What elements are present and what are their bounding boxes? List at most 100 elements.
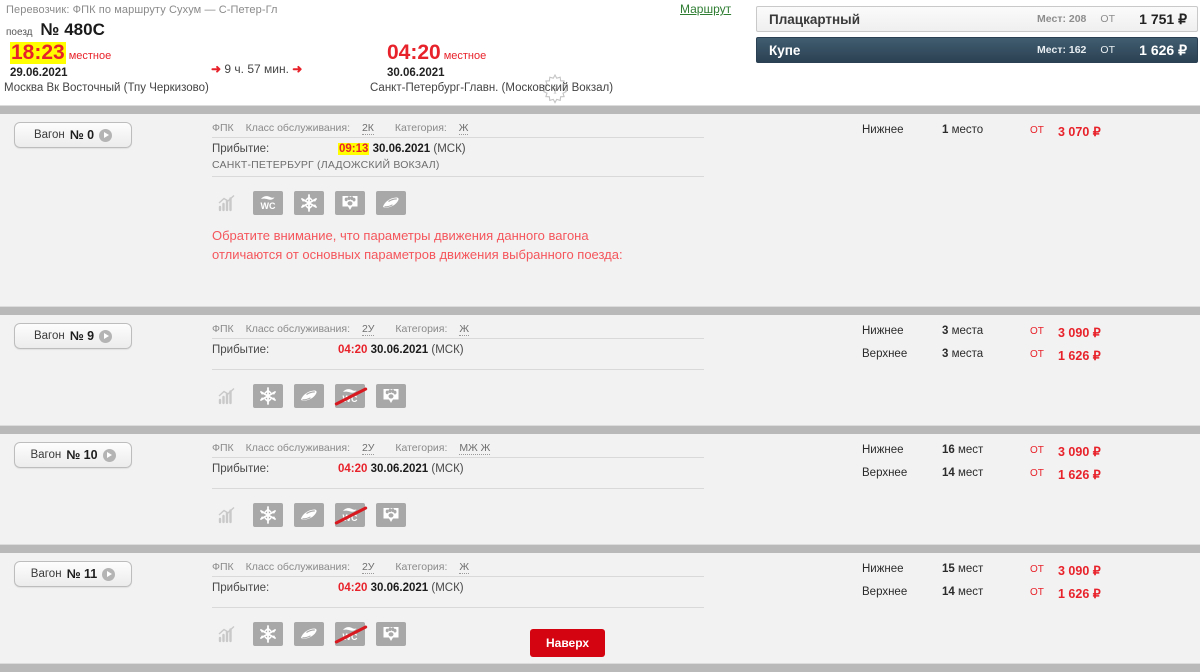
seat-count: 3 места [942,325,984,337]
wagon-arrival-station [212,598,704,607]
arrival-station: Санкт-Петербург-Главн. (Московский Вокза… [370,82,614,94]
train-word-label: поезд [6,27,33,38]
wc-icon: WC [253,191,283,215]
pets-icon [376,503,406,527]
wagon-arrival: Прибытие: 04:20 30.06.2021 (МСК) [212,577,704,598]
class-tab-platzkart[interactable]: Плацкартный Мест: 208 от 1 751 ₽ [756,6,1198,32]
carrier-short: ФПК [212,442,234,454]
price-line: Верхнее 14 мест от 1 626 ₽ [862,586,1192,609]
arrival-label: Прибытие: [212,344,270,356]
wagon-details: ФПК Класс обслуживания: 2У Категория: Ж … [212,561,704,646]
price-value: 3 090 ₽ [1058,326,1101,340]
berth-type: Нижнее [862,563,904,575]
chevron-right-icon [99,329,113,343]
amenity-icons: WC [212,489,704,527]
wagon-details: ФПК Класс обслуживания: 2К Категория: Ж … [212,122,704,265]
wagon-row: Вагон № 9 ФПК Класс обслуживания: 2У Кат… [0,315,1200,425]
class-tab-name: Купе [769,42,801,58]
category-group: Категория: Ж [395,561,470,574]
wagon-arrival-timezone: (МСК) [433,143,466,155]
price-value: 1 626 ₽ [1058,587,1101,601]
wagon-select-button-0[interactable]: Вагон № 0 [14,122,132,148]
route-link[interactable]: Маршрут [680,2,731,16]
class-tab-seats: Мест: 208 [1037,13,1087,25]
berth-type: Верхнее [862,348,908,360]
wagon-arrival-date: 30.06.2021 [370,463,429,475]
amenity-icons: WC [212,608,704,646]
service-class-group: Класс обслуживания: 2У [245,323,375,336]
wagon-select-button-10[interactable]: Вагон № 10 [14,442,132,468]
price-from-label: от [1030,125,1044,136]
wagon-number: № 10 [66,448,98,462]
arrow-right-icon: ➜ [211,62,222,76]
arrival-label: Прибытие: [212,143,270,155]
service-class-value: 2У [361,323,375,336]
section-divider [0,425,1200,434]
pets-icon [376,622,406,646]
price-line: Нижнее 3 места от 3 090 ₽ [862,325,1192,348]
bedding-icon [376,191,406,215]
category-group: Категория: МЖ Ж [395,442,491,455]
air-conditioning-icon [294,191,324,215]
bedding-icon [294,622,324,646]
wagon-arrival: Прибытие: 04:20 30.06.2021 (МСК) [212,458,704,479]
wagon-number: № 9 [69,329,95,343]
wagon-price-column: Нижнее 16 мест от 3 090 ₽ Верхнее 14 мест от 1 … [862,444,1192,490]
svg-text:WC: WC [261,201,276,211]
price-from-label: от [1030,445,1044,456]
category-group: Категория: Ж [394,122,469,135]
amenity-icons: WC [212,370,704,408]
trip-duration-value: 9 ч. 57 мин. [224,62,289,76]
price-line: Нижнее 16 мест от 3 090 ₽ [862,444,1192,467]
wc-unavailable-icon: WC [334,503,368,527]
wagon-price-column: Нижнее 15 мест от 3 090 ₽ Верхнее 14 мест от 1 … [862,563,1192,609]
wagon-meta: ФПК Класс обслуживания: 2У Категория: Ж [212,561,704,577]
wagon-arrival-date: 30.06.2021 [370,344,429,356]
category-value: Ж [458,122,469,135]
wagon-select-button-9[interactable]: Вагон № 9 [14,323,132,349]
class-tab-kupe[interactable]: Купе Мест: 162 от 1 626 ₽ [756,37,1198,63]
arrival-value: 04:20 30.06.2021 (МСК) [338,582,464,594]
class-tab-seats: Мест: 162 [1037,44,1087,56]
category-group: Категория: Ж [395,323,470,336]
price-from-label: от [1030,587,1044,598]
service-class-value: 2У [361,561,375,574]
price-line: Нижнее 15 мест от 3 090 ₽ [862,563,1192,586]
wagon-arrival-timezone: (МСК) [431,344,464,356]
service-class-group: Класс обслуживания: 2У [245,442,375,455]
section-divider [0,544,1200,553]
wagon-arrival-time: 04:20 [338,463,368,475]
arrival-time: 04:20 [387,41,441,64]
wagon-number: № 0 [69,128,95,142]
train-header: Перевозчик: ФПК по маршруту Сухум — С-Пе… [0,0,1200,105]
berth-type: Верхнее [862,586,908,598]
seat-count: 14 мест [942,586,984,598]
section-divider [0,306,1200,315]
air-conditioning-icon [253,503,283,527]
seat-count: 1 место [942,124,984,136]
scroll-to-top-button[interactable]: Наверх [530,629,606,657]
air-conditioning-icon [253,622,283,646]
arrow-right-icon-2: ➜ [292,62,303,76]
carrier-short: ФПК [212,122,234,134]
price-value: 3 090 ₽ [1058,564,1101,578]
berth-type: Нижнее [862,444,904,456]
wagon-arrival-date: 30.06.2021 [372,143,431,155]
wagon-arrival-station [212,360,704,369]
wagon-arrival: Прибытие: 09:13 30.06.2021 (МСК) [212,138,704,159]
wagon-arrival-station: САНКТ-ПЕТЕРБУРГ (ЛАДОЖСКИЙ ВОКЗАЛ) [212,159,440,171]
wagon-select-button-11[interactable]: Вагон № 11 [14,561,132,587]
wagon-arrival-timezone: (МСК) [431,463,464,475]
wagon-arrival-time: 04:20 [338,344,368,356]
pets-icon [335,191,365,215]
signal-icon [212,384,242,408]
price-value: 3 090 ₽ [1058,445,1101,459]
price-from-label: от [1030,349,1044,360]
chevron-right-icon [99,128,113,142]
wagon-details: ФПК Класс обслуживания: 2У Категория: МЖ… [212,442,704,527]
departure-date: 29.06.2021 [10,67,68,80]
chevron-right-icon [102,448,116,462]
signal-icon [212,503,242,527]
category-value: МЖ Ж [459,442,491,455]
class-tab-price: 1 626 ₽ [1139,41,1187,58]
